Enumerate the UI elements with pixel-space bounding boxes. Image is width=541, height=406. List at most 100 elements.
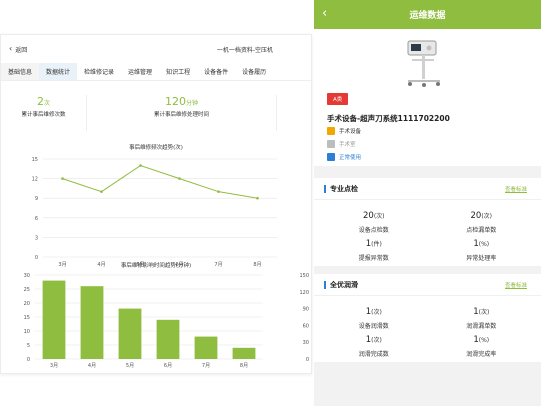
x-tick-label: 5月 bbox=[126, 363, 134, 369]
metric-cell: 1(%) 异常处理率 bbox=[428, 232, 536, 262]
location-text: 手术室 bbox=[339, 142, 356, 148]
metric-label: 润滑完成数 bbox=[358, 350, 389, 358]
screenshot-stage: ‹ 返回 一机一档资料-空压机 基础信息 数据统计 检维修记录 运维管理 知识工… bbox=[0, 0, 541, 406]
line-chart: 036912153月 4月 5月 6月 7月 8月 bbox=[32, 157, 277, 268]
metric-unit: (件) bbox=[371, 240, 382, 248]
status-text: 正常使用 bbox=[339, 155, 362, 161]
y2-tick-label: 0 bbox=[306, 357, 309, 363]
device-name: 手术设备-超声刀系统1111702200 bbox=[327, 114, 450, 123]
y-tick-label: 0 bbox=[27, 357, 30, 363]
tab-device-history[interactable]: 设备履历 bbox=[235, 63, 273, 80]
metric-unit: (次) bbox=[373, 212, 385, 220]
mobile-panel: ‹ 运维数据 A类 手术设备-超声刀系统1111702200 手术设备 手术室 … bbox=[314, 0, 541, 406]
mobile-title: 运维数据 bbox=[409, 11, 446, 21]
breadcrumb: 一机一档资料-空压机 bbox=[216, 46, 273, 54]
status-icon bbox=[327, 153, 335, 161]
y2-tick-label: 30 bbox=[303, 340, 309, 346]
y-tick-label: 25 bbox=[24, 287, 30, 293]
data-point bbox=[178, 177, 181, 180]
device-card: A类 手术设备-超声刀系统1111702200 手术设备 手术室 正常使用 bbox=[314, 29, 541, 166]
metric-cell: 1(次) 润滑完成数 bbox=[320, 328, 428, 358]
category-tag-icon bbox=[327, 127, 335, 135]
back-button[interactable]: ‹ 返回 bbox=[9, 45, 27, 54]
metric-cell: 1(件) 提报异常数 bbox=[320, 232, 428, 262]
section-inspection: 专业点检 查看标准 20(次) 设备点检数 20(次) 点检漏单数 1(件) 提报异常… bbox=[314, 178, 541, 266]
section-title: 专业点检 bbox=[324, 184, 358, 193]
y-tick-label: 9 bbox=[35, 196, 38, 202]
bar-chart: 0 5 10 15 20 25 30 0 30 60 90 120 150 3月 4月 5月 6月 7月 8月 bbox=[24, 273, 309, 369]
metric-unit: (%) bbox=[478, 336, 490, 344]
y-tick-label: 6 bbox=[35, 216, 38, 222]
y-tick-label: 20 bbox=[24, 301, 30, 307]
metric-value: 20 bbox=[362, 210, 374, 221]
tab-maintenance-records[interactable]: 检维修记录 bbox=[77, 63, 121, 80]
stat-label: 累计事后维修处理时间 bbox=[153, 112, 209, 118]
y2-tick-label: 120 bbox=[299, 290, 309, 296]
metric-cell: 1(次) 润滑漏单数 bbox=[428, 300, 536, 330]
tab-basic-info[interactable]: 基础信息 bbox=[1, 63, 40, 80]
metric-label: 异常处理率 bbox=[466, 254, 497, 262]
tab-bar: 基础信息 数据统计 检维修记录 运维管理 知识工程 设备备件 设备履历 bbox=[1, 63, 311, 81]
status-row: 正常使用 bbox=[327, 153, 361, 161]
metric-unit: (次) bbox=[371, 336, 382, 344]
stat-value: 120 bbox=[164, 95, 186, 108]
line-chart-title: 事后维修频次趋势(次) bbox=[129, 145, 183, 151]
series-line bbox=[62, 164, 258, 199]
x-tick-label: 3月 bbox=[50, 363, 58, 369]
y-tick-label: 10 bbox=[24, 329, 30, 335]
metric-unit: (次) bbox=[481, 212, 492, 220]
metric-unit: (次) bbox=[478, 308, 490, 316]
data-point bbox=[100, 190, 103, 193]
data-point bbox=[139, 164, 142, 167]
location-row: 手术室 bbox=[327, 140, 356, 148]
y2-tick-label: 150 bbox=[299, 273, 309, 279]
y-tick-label: 5 bbox=[27, 343, 30, 349]
bar bbox=[232, 347, 256, 359]
metric-unit: (%) bbox=[478, 240, 490, 248]
metric-cell: 1(%) 润滑完成率 bbox=[428, 328, 536, 358]
metric-value: 20 bbox=[470, 210, 482, 221]
bar-chart-title: 事后维修影响时间趋势(分钟) bbox=[120, 263, 192, 269]
bar bbox=[118, 308, 142, 359]
data-point bbox=[61, 177, 64, 180]
data-point bbox=[217, 190, 220, 193]
metric-unit: (次) bbox=[371, 308, 382, 316]
bar bbox=[80, 286, 104, 359]
bar bbox=[156, 319, 180, 359]
y-tick-label: 0 bbox=[35, 255, 38, 261]
chevron-left-icon: ‹ bbox=[9, 44, 13, 53]
y-tick-label: 30 bbox=[24, 273, 30, 279]
stat-unit: 次 bbox=[43, 100, 50, 107]
device-image bbox=[407, 40, 440, 87]
bar bbox=[42, 280, 66, 359]
y-tick-label: 3 bbox=[35, 235, 38, 241]
tab-knowledge[interactable]: 知识工程 bbox=[159, 63, 197, 80]
tab-spare-parts[interactable]: 设备备件 bbox=[197, 63, 235, 80]
category-row: 手术设备 bbox=[327, 127, 361, 135]
metric-label: 提报异常数 bbox=[358, 254, 389, 262]
x-tick-label: 8月 bbox=[240, 363, 248, 369]
metric-cell: 20(次) 点检漏单数 bbox=[428, 204, 536, 234]
x-tick-label: 4月 bbox=[88, 363, 96, 369]
tab-data-statistics[interactable]: 数据统计 bbox=[39, 63, 78, 80]
section-lubrication: 全优润滑 查看标准 1(次) 设备润滑数 1(次) 润滑漏单数 1(次) 润滑完成数 … bbox=[314, 274, 541, 362]
data-point bbox=[256, 196, 259, 200]
desktop-panel: ‹ 返回 一机一档资料-空压机 基础信息 数据统计 检维修记录 运维管理 知识工… bbox=[0, 34, 312, 374]
stats-row: 2次 累计事后维修次数 120分钟 累计事后维修处理时间 bbox=[1, 95, 311, 131]
view-standard-link[interactable]: 查看标准 bbox=[505, 185, 527, 193]
metric-cell: 20(次) 设备点检数 bbox=[320, 204, 428, 234]
x-tick-label: 6月 bbox=[164, 363, 172, 369]
y-tick-label: 15 bbox=[24, 315, 30, 321]
location-icon bbox=[327, 140, 335, 148]
stat-repair-time: 120分钟 累计事后维修处理时间 bbox=[87, 95, 277, 131]
back-arrow-icon[interactable]: ‹ bbox=[322, 6, 327, 21]
mobile-header: ‹ 运维数据 bbox=[314, 0, 541, 29]
section-title: 全优润滑 bbox=[324, 280, 358, 289]
y-tick-label: 12 bbox=[32, 177, 38, 183]
view-standard-link[interactable]: 查看标准 bbox=[505, 281, 527, 289]
metric-label: 润滑完成率 bbox=[466, 350, 497, 358]
stat-unit: 分钟 bbox=[185, 100, 198, 107]
tab-operations[interactable]: 运维管理 bbox=[121, 63, 159, 80]
y2-tick-label: 60 bbox=[303, 323, 309, 329]
back-label: 返回 bbox=[15, 46, 28, 54]
